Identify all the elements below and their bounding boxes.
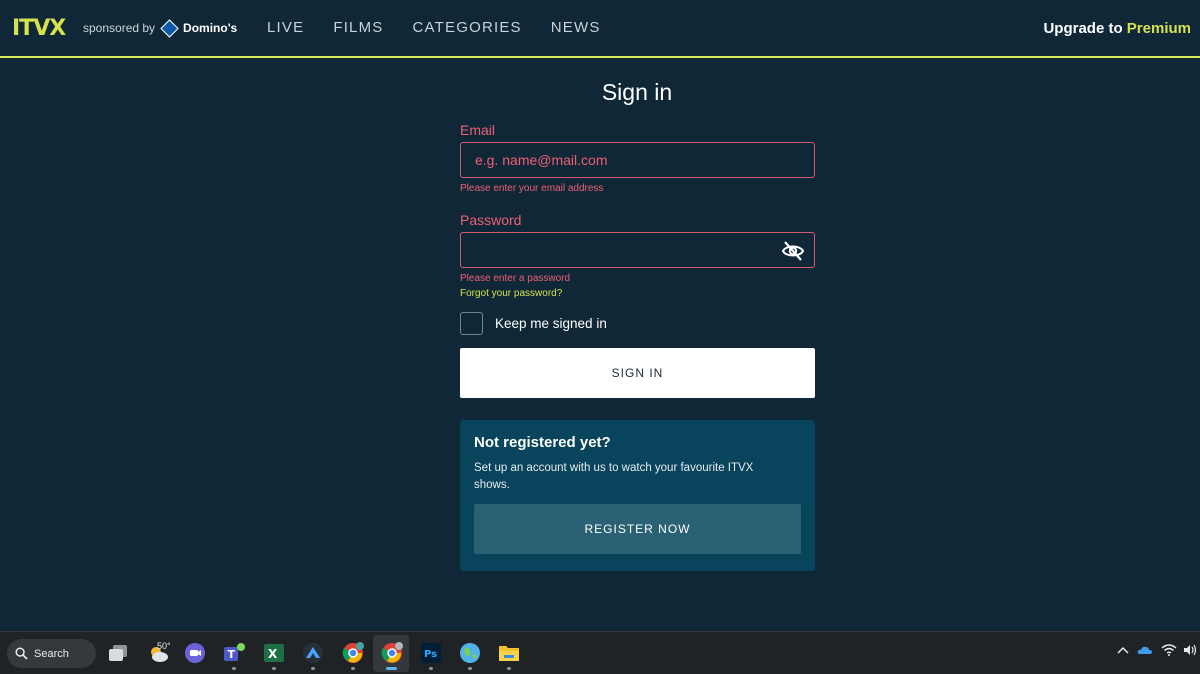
onedrive-cloud-icon[interactable]: [1137, 644, 1153, 658]
password-input[interactable]: [475, 242, 800, 258]
globe-app-icon[interactable]: [458, 641, 482, 665]
search-icon: [15, 647, 28, 660]
running-indicator: [272, 667, 276, 670]
page-title: Sign in: [601, 79, 673, 105]
hide-password-eye-icon[interactable]: [781, 239, 805, 263]
signin-button[interactable]: SIGN IN: [460, 348, 815, 398]
photoshop-icon[interactable]: Ps: [419, 641, 443, 665]
register-text: Set up an account with us to watch your …: [474, 462, 754, 491]
upgrade-highlight: Premium: [1126, 20, 1191, 37]
sponsor-brand: Domino's: [183, 21, 238, 35]
running-indicator: [351, 667, 355, 670]
password-label: Password: [460, 212, 522, 228]
nav-films[interactable]: FILMS: [333, 19, 383, 36]
svg-text:T: T: [228, 648, 236, 661]
running-indicator: [429, 667, 433, 670]
email-error: Please enter your email address: [460, 183, 604, 194]
register-card: Not registered yet? Set up an account wi…: [460, 420, 815, 571]
teams-icon[interactable]: T: [222, 641, 246, 665]
taskbar-search-label: Search: [34, 647, 69, 660]
vpn-app-icon[interactable]: [301, 641, 325, 665]
nav-live[interactable]: LIVE: [267, 19, 304, 36]
upgrade-premium-link[interactable]: Upgrade to Premium: [1043, 20, 1191, 37]
signin-form: Email Please enter your email address Pa…: [460, 122, 815, 571]
wifi-icon[interactable]: [1161, 644, 1177, 659]
keep-signed-in-row: Keep me signed in: [460, 312, 815, 335]
chrome-profile-icon[interactable]: [341, 641, 365, 665]
sponsor-badge: sponsored by Domino's: [83, 18, 238, 38]
email-input[interactable]: [475, 152, 800, 168]
register-title: Not registered yet?: [474, 434, 611, 451]
password-field-box: [460, 232, 815, 268]
register-now-button[interactable]: REGISTER NOW: [474, 504, 801, 554]
email-label: Email: [460, 122, 496, 138]
main-nav: LIVE FILMS CATEGORIES NEWS: [267, 19, 601, 36]
show-hidden-icons-chevron-icon[interactable]: [1117, 644, 1129, 658]
email-field-box: [460, 142, 815, 178]
top-header: ITVX sponsored by Domino's LIVE FILMS CA…: [0, 0, 1200, 58]
password-error: Please enter a password: [460, 273, 571, 284]
dominos-logo-icon: [160, 18, 179, 38]
svg-text:X: X: [268, 647, 278, 661]
excel-icon[interactable]: X: [262, 641, 286, 665]
keep-signed-in-label[interactable]: Keep me signed in: [495, 316, 607, 331]
sponsor-prefix: sponsored by: [83, 21, 156, 35]
chrome-active-icon[interactable]: [380, 641, 404, 665]
running-indicator: [507, 667, 511, 670]
running-indicator: [311, 667, 315, 670]
running-indicator: [232, 667, 236, 670]
nav-news[interactable]: NEWS: [551, 19, 601, 36]
forgot-password-link[interactable]: Forgot your password?: [460, 288, 815, 299]
itvx-logo[interactable]: ITVX: [12, 16, 66, 41]
volume-icon[interactable]: [1183, 644, 1197, 659]
weather-temperature: 50°: [157, 641, 171, 651]
taskbar-search-button[interactable]: Search: [7, 639, 96, 668]
chat-app-icon[interactable]: [183, 641, 207, 665]
windows-taskbar: Search T X Ps: [0, 631, 1200, 674]
running-indicator: [468, 667, 472, 670]
file-explorer-icon[interactable]: [497, 641, 521, 665]
keep-signed-in-checkbox[interactable]: [460, 312, 483, 335]
svg-text:Ps: Ps: [424, 649, 437, 660]
active-app-indicator: [386, 667, 397, 670]
upgrade-prefix: Upgrade to: [1043, 20, 1123, 37]
nav-categories[interactable]: CATEGORIES: [413, 19, 522, 36]
task-view-icon[interactable]: [106, 641, 130, 665]
